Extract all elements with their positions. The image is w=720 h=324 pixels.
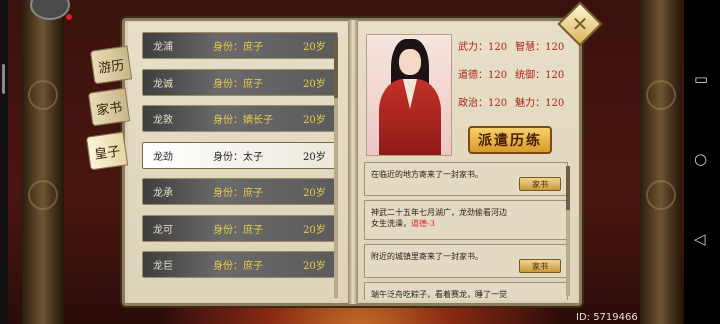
stats-panel: 武力：120 智慧：120 道德：120 统御：120 政治：120 魅力：120 — [458, 42, 565, 109]
left-pillar — [22, 0, 64, 324]
tab-letters[interactable]: 家书 — [87, 87, 131, 127]
letter-button[interactable]: 家书 — [519, 177, 561, 191]
letter-button[interactable]: 家书 — [519, 259, 561, 273]
back-icon[interactable]: ◁ — [694, 230, 706, 248]
letter-scrollbar[interactable] — [566, 166, 570, 296]
list-item[interactable]: 龙浦 身份：庶子 20岁 — [142, 32, 338, 59]
notification-dot — [66, 14, 72, 20]
home-icon[interactable]: ○ — [694, 150, 707, 168]
book-spine — [348, 20, 358, 304]
letter-item: 附近的城镇里寄来了一封家书。 家书 — [364, 244, 568, 278]
list-item[interactable]: 龙敦 身份：嫡长子 20岁 — [142, 105, 338, 132]
list-item[interactable]: 龙巨 身份：庶子 20岁 — [142, 251, 338, 278]
list-item[interactable]: 龙承 身份：庶子 20岁 — [142, 178, 338, 205]
close-icon: ✕ — [571, 12, 589, 36]
letter-item: 在临近的地方寄来了一封家书。 家书 — [364, 162, 568, 196]
list-item[interactable]: 龙可 身份：庶子 20岁 — [142, 214, 338, 242]
right-pillar — [640, 0, 682, 324]
tab-princes[interactable]: 皇子 — [85, 131, 129, 171]
child-list: 龙浦 身份：庶子 20岁 龙诚 身份：庶子 20岁 龙敦 身份：嫡长子 20岁 … — [142, 32, 338, 288]
left-edge — [0, 0, 8, 324]
list-item[interactable]: 龙诚 身份：庶子 20岁 — [142, 68, 338, 96]
letter-item: 神武二十五年七月湖广，龙劲偷看河边 女生洗澡，道德-3 — [364, 200, 568, 240]
menu-icon[interactable]: ▭ — [694, 70, 708, 88]
system-nav-bar: ▭ ○ ◁ — [684, 0, 720, 324]
player-id: ID: 5719466 — [576, 312, 638, 323]
list-item-selected[interactable]: 龙劲 身份：太子 20岁 — [142, 141, 338, 169]
list-scrollbar[interactable] — [334, 38, 338, 298]
letter-item: 端午泛舟吃粽子，看着赛龙，睡了一觉 — [364, 282, 568, 300]
tab-travel[interactable]: 游历 — [89, 45, 133, 85]
prince-portrait — [366, 34, 452, 156]
dispatch-button[interactable]: 派遣历练 — [468, 126, 552, 154]
letter-list: 在临近的地方寄来了一封家书。 家书 神武二十五年七月湖广，龙劲偷看河边 女生洗澡… — [364, 162, 568, 300]
